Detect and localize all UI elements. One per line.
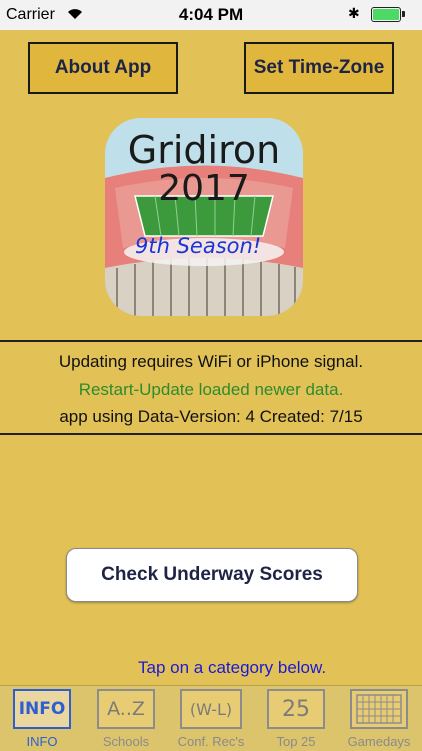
set-time-zone-button[interactable]: Set Time-Zone: [244, 42, 394, 94]
info-icon: INFO: [13, 689, 71, 729]
tab-conf-recs[interactable]: (W-L) Conf. Rec's: [170, 686, 252, 751]
info-panel: Updating requires WiFi or iPhone signal.…: [0, 340, 422, 435]
info-restart-note: Restart-Update loaded newer data.: [78, 380, 344, 399]
about-app-button[interactable]: About App: [28, 42, 178, 94]
check-underway-scores-button[interactable]: Check Underway Scores: [66, 548, 358, 602]
tab-top-25[interactable]: 25 Top 25: [258, 686, 334, 751]
status-bar: Carrier 4:04 PM ✱: [0, 0, 422, 30]
info-data-version: app using Data-Version: 4 Created: 7/15: [59, 407, 363, 426]
bluetooth-icon: ✱: [348, 5, 360, 21]
logo-title: Gridiron: [127, 128, 281, 172]
tab-info[interactable]: INFO INFO: [4, 686, 80, 751]
tab-label-gamedays: Gamedays: [347, 734, 411, 749]
info-wifi-note: Updating requires WiFi or iPhone signal.: [58, 352, 364, 371]
battery-icon: [371, 7, 401, 22]
app-logo: Gridiron 2017 9th Season!: [105, 118, 303, 316]
tab-bar: INFO INFO A..Z Schools (W-L) Conf. Rec's…: [0, 685, 422, 751]
win-loss-icon: (W-L): [180, 689, 242, 729]
tab-label-info: INFO: [26, 734, 58, 749]
category-hint: Tap on a category below.: [138, 658, 327, 677]
tab-schools[interactable]: A..Z Schools: [88, 686, 164, 751]
logo-season: 9th Season!: [135, 234, 262, 258]
a-z-icon: A..Z: [97, 689, 155, 729]
tab-label-schools: Schools: [102, 734, 150, 749]
tab-label-conf-recs: Conf. Rec's: [177, 734, 245, 749]
battery-tip: [402, 11, 405, 17]
top25-icon: 25: [267, 689, 325, 729]
calendar-icon: [350, 689, 408, 729]
logo-year: 2017: [158, 168, 250, 209]
tab-gamedays[interactable]: Gamedays: [340, 686, 418, 751]
tab-label-top-25: Top 25: [276, 734, 316, 749]
